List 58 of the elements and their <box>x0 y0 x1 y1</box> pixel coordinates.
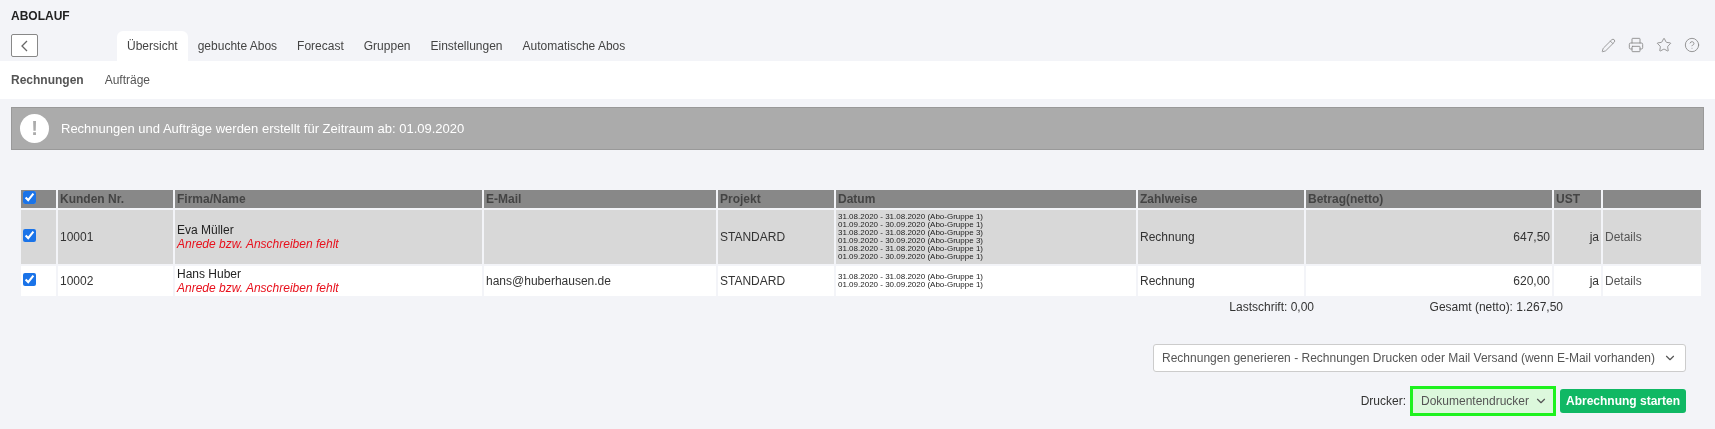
tab[interactable]: gebuchte Abos <box>187 31 288 61</box>
date-range: 01.09.2020 - 30.09.2020 (Abo-Gruppe 1) <box>838 281 984 289</box>
date-range: 31.08.2020 - 31.08.2020 (Abo-Gruppe 1) <box>838 245 984 253</box>
date-range: 31.08.2020 - 31.08.2020 (Abo-Gruppe 1) <box>838 213 984 221</box>
star-icon[interactable] <box>1656 37 1672 53</box>
printer-select[interactable]: Dokumentendrucker <box>1410 386 1556 416</box>
table-cell: Rechnung <box>1138 266 1304 296</box>
printer-label: Drucker: <box>1360 394 1406 408</box>
details-link[interactable]: Details <box>1605 230 1642 244</box>
details-link[interactable]: Details <box>1605 274 1642 288</box>
tab[interactable]: Übersicht <box>117 31 188 61</box>
table-cell: 620,00 <box>1306 266 1552 296</box>
header-cell: Kunden Nr. <box>58 190 173 208</box>
warning-text: Anrede bzw. Anschreiben fehlt <box>177 281 340 295</box>
date-range: 01.09.2020 - 30.09.2020 (Abo-Gruppe 3) <box>838 237 984 245</box>
header-cell: Zahlweise <box>1138 190 1304 208</box>
table-cell: ja <box>1554 210 1601 264</box>
back-button[interactable] <box>11 34 38 57</box>
chevron-left-icon <box>21 39 28 52</box>
table-cell: 10002 <box>58 266 173 296</box>
table-cell: hans@huberhausen.de <box>484 266 716 296</box>
tab[interactable]: Forecast <box>287 31 354 61</box>
warning-text: Anrede bzw. Anschreiben fehlt <box>177 237 340 251</box>
table-cell: ja <box>1554 266 1601 296</box>
page-title: ABOLAUF <box>11 9 71 25</box>
pencil-icon[interactable] <box>1601 37 1616 53</box>
action-select[interactable]: Rechnungen generieren - Rechnungen Drucken oder Mail Versand (wenn E-Mail vorhanden) <box>1153 344 1686 372</box>
row-checkbox[interactable] <box>23 229 36 242</box>
date-range: 31.08.2020 - 31.08.2020 (Abo-Gruppe 3) <box>838 229 984 237</box>
date-range: 01.09.2020 - 30.09.2020 (Abo-Gruppe 1) <box>838 221 984 229</box>
table-cell: STANDARD <box>718 210 834 264</box>
header-cell: Betrag(netto) <box>1306 190 1552 208</box>
header-cell: Datum <box>836 190 1136 208</box>
header-cell: UST <box>1554 190 1601 208</box>
date-range: 31.08.2020 - 31.08.2020 (Abo-Gruppe 1) <box>838 273 984 281</box>
table-cell: STANDARD <box>718 266 834 296</box>
sub-tab[interactable]: Aufträge <box>104 73 151 87</box>
banner-text: Rechnungen und Aufträge werden erstellt für Zeitraum ab: 01.09.2020 <box>61 121 465 136</box>
table-cell: Rechnung <box>1138 210 1304 264</box>
sub-tab[interactable]: Rechnungen <box>11 73 84 87</box>
tab[interactable]: Einstellungen <box>420 31 513 61</box>
help-icon[interactable] <box>1684 37 1700 53</box>
customer-name: Eva Müller <box>177 223 235 237</box>
exclamation-icon: ! <box>20 114 49 143</box>
header-cell: Projekt <box>718 190 834 208</box>
tab[interactable]: Automatische Abos <box>512 31 636 61</box>
table-cell: 647,50 <box>1306 210 1552 264</box>
row-checkbox[interactable] <box>23 273 36 286</box>
net-total: Gesamt (netto): 1.267,50 <box>1428 300 1563 314</box>
tab[interactable]: Gruppen <box>353 31 421 61</box>
customer-name: Hans Huber <box>177 267 243 281</box>
direct-debit-total: Lastschrift: 0,00 <box>1228 300 1314 314</box>
header-cell: Firma/Name <box>175 190 482 208</box>
printer-icon[interactable] <box>1628 37 1644 53</box>
date-range: 01.09.2020 - 30.09.2020 (Abo-Gruppe 1) <box>838 253 984 261</box>
select-all-checkbox[interactable] <box>23 191 36 204</box>
header-cell: E-Mail <box>484 190 716 208</box>
table-cell: 10001 <box>58 210 173 264</box>
